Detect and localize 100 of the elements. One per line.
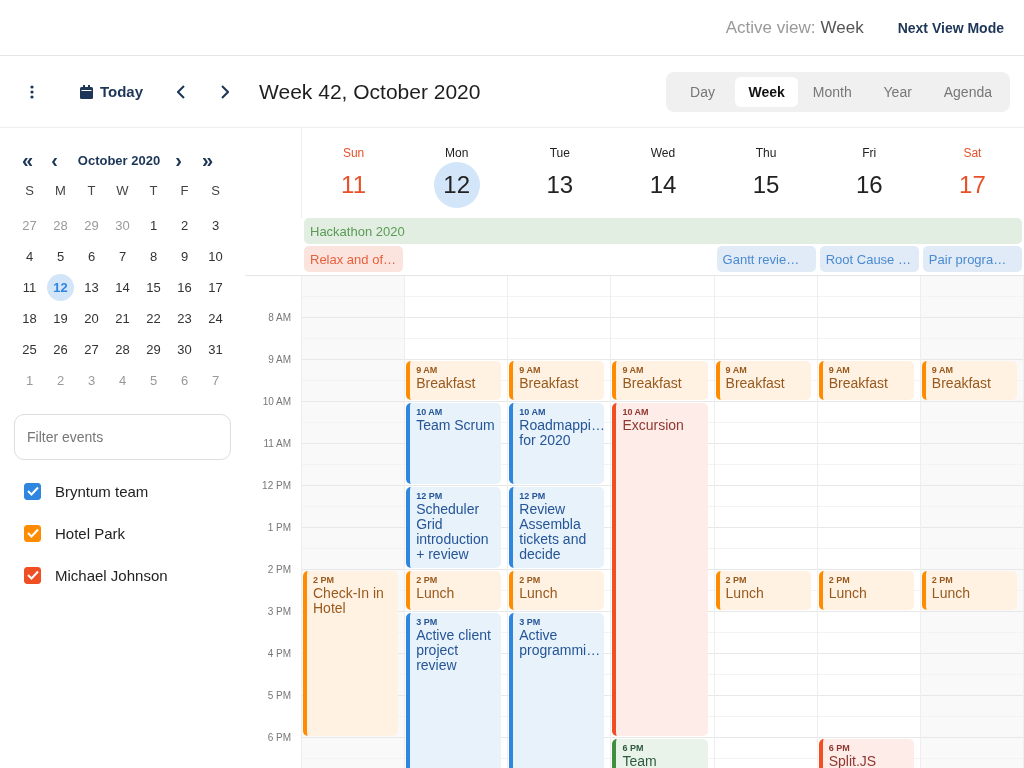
calendar-day[interactable]: 30 [171, 336, 198, 363]
calendar-day[interactable]: 22 [140, 305, 167, 332]
event-card[interactable]: 12 PM Scheduler Grid introduction + review [406, 487, 502, 568]
day-number[interactable]: 13 [536, 162, 583, 208]
event-time: 2 PM [416, 575, 439, 585]
event-card[interactable]: 2 PM Lunch [715, 571, 811, 610]
event-title: Breakfast [519, 376, 580, 391]
event-card[interactable]: 2 PM Lunch [406, 571, 502, 610]
checkbox[interactable] [24, 566, 41, 584]
calendar-day[interactable]: 13 [78, 274, 105, 301]
next-view-mode-button[interactable]: Next View Mode [897, 15, 1004, 40]
day-number[interactable]: 11 [330, 162, 377, 208]
event-card[interactable]: 10 AM Roadmappi… for 2020 [509, 403, 605, 484]
checkbox[interactable] [24, 482, 41, 500]
calendar-day[interactable]: 2 [171, 212, 198, 239]
calendar-day[interactable]: 14 [109, 274, 136, 301]
weekday-label: W [115, 182, 130, 200]
event-card[interactable]: 10 AM Team Scrum [406, 403, 502, 484]
event-time: 2 PM [725, 575, 748, 585]
event-title: Review Assembla tickets and decide [519, 502, 588, 562]
checkbox[interactable] [24, 524, 41, 542]
filter-field[interactable]: Filter events [14, 414, 231, 460]
event-card[interactable]: 6 PM Team [612, 739, 708, 768]
calendar-day[interactable]: 20 [78, 305, 105, 332]
event-title: Lunch [519, 586, 559, 601]
event-card[interactable]: 3 PM Active programmi… [509, 613, 605, 768]
hour-label: 2 PM [267, 563, 291, 577]
calendar-day[interactable]: 10 [202, 243, 229, 270]
hour-label: 3 PM [267, 605, 291, 619]
hour-label: 9 AM [268, 353, 291, 367]
event-title: Split.JS [828, 754, 878, 768]
calendar-day[interactable]: 26 [47, 336, 74, 363]
calendar-day[interactable]: 7 [109, 243, 136, 270]
day-number[interactable]: 16 [846, 162, 893, 208]
calendar-day[interactable]: 9 [171, 243, 198, 270]
calendar-day[interactable]: 19 [47, 305, 74, 332]
calendar-day[interactable]: 21 [109, 305, 136, 332]
calendar-day[interactable]: 18 [16, 305, 43, 332]
event-card[interactable]: 9 AM Breakfast [715, 361, 811, 400]
event-title: Team Scrum [416, 418, 496, 433]
event-title: Check-In in Hotel [313, 586, 385, 616]
event-card[interactable]: 2 PM Lunch [921, 571, 1017, 610]
previous-month-button[interactable]: ‹ [47, 150, 62, 170]
day-number[interactable]: 17 [949, 162, 996, 208]
event-card[interactable]: 9 AM Breakfast [818, 361, 914, 400]
event-time: 2 PM [828, 575, 851, 585]
event-card[interactable]: 9 AM Breakfast [509, 361, 605, 400]
event-card[interactable]: 9 AM Breakfast [406, 361, 502, 400]
calendar-day[interactable]: 6 [78, 243, 105, 270]
calendar-day[interactable]: 28 [109, 336, 136, 363]
hour-label: 4 PM [267, 647, 291, 661]
view-mode-tab[interactable]: Month [799, 76, 865, 107]
event-time: 10 AM [622, 407, 650, 417]
calendar-day[interactable]: 25 [16, 336, 43, 363]
calendar-day[interactable]: 5 [47, 243, 74, 270]
weekday-label: T [86, 182, 97, 200]
calendar-day[interactable]: 16 [171, 274, 198, 301]
event-time: 9 AM [622, 365, 645, 375]
calendar-day[interactable]: 31 [202, 336, 229, 363]
weekday-label: T [148, 182, 159, 200]
view-mode-tab[interactable]: Week [735, 76, 798, 107]
calendar-day[interactable]: 29 [140, 336, 167, 363]
today-button[interactable]: Today [76, 79, 148, 104]
event-title: Breakfast [622, 376, 683, 391]
hour-label: 5 PM [267, 689, 291, 703]
event-card[interactable]: 2 PM Lunch [818, 571, 914, 610]
calendar-day[interactable]: 8 [140, 243, 167, 270]
event-time: 12 PM [416, 491, 444, 501]
calendar-day[interactable]: 1 [140, 212, 167, 239]
calendar-day[interactable]: 23 [171, 305, 198, 332]
view-mode-tab[interactable]: Agenda [930, 76, 1005, 107]
event-card[interactable]: 6 PM Split.JS [818, 739, 914, 768]
calendar-day[interactable]: 17 [202, 274, 229, 301]
calendar-day[interactable]: 11 [16, 274, 43, 301]
event-card[interactable]: 2 PM Lunch [509, 571, 605, 610]
calendar-day[interactable]: 27 [78, 336, 105, 363]
event-title: Breakfast [931, 376, 992, 391]
next-year-button[interactable]: » [197, 150, 217, 170]
next-month-button[interactable]: › [171, 150, 186, 170]
calendar-icon [80, 84, 93, 99]
day-number[interactable]: 15 [743, 162, 790, 208]
previous-year-button[interactable]: « [18, 150, 38, 170]
day-number[interactable]: 12 [433, 162, 480, 208]
calendar-day[interactable]: 4 [16, 243, 43, 270]
event-card[interactable]: 9 AM Breakfast [921, 361, 1017, 400]
view-mode-tab[interactable]: Day [671, 76, 734, 107]
event-title: Breakfast [416, 376, 477, 391]
active-view-value: Week [820, 17, 864, 38]
event-card[interactable]: 10 AM Excursion [612, 403, 708, 736]
event-card[interactable]: 2 PM Check-In in Hotel [303, 571, 399, 736]
day-number[interactable]: 14 [640, 162, 686, 208]
calendar-day[interactable]: 3 [202, 212, 229, 239]
view-mode-tab[interactable]: Year [866, 76, 929, 107]
event-time: 10 AM [519, 407, 547, 417]
event-card[interactable]: 9 AM Breakfast [612, 361, 708, 400]
calendar-day[interactable]: 15 [140, 274, 167, 301]
calendar-day[interactable]: 24 [202, 305, 229, 332]
week-title: Week 42, October 2020 [259, 79, 481, 104]
event-card[interactable]: 3 PM Active client project review [406, 613, 502, 768]
event-card[interactable]: 12 PM Review Assembla tickets and decide [509, 487, 605, 568]
